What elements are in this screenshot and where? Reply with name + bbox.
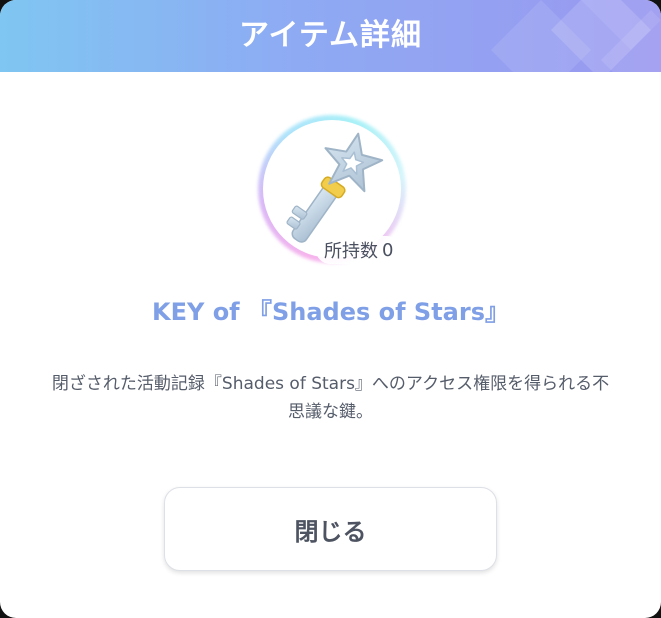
owned-count-value: 0 — [382, 239, 394, 261]
dialog-header: アイテム詳細 — [0, 0, 661, 72]
dialog-title: アイテム詳細 — [239, 18, 422, 53]
close-button[interactable]: 閉じる — [164, 487, 497, 571]
item-name: KEY of 『Shades of Stars』 — [151, 298, 510, 326]
item-description-line: 閉ざされた活動記録『Shades of Stars』へのアクセス権限を得られる不 — [51, 374, 610, 394]
owned-count-label: 所持数 — [324, 241, 378, 262]
item-description: 閉ざされた活動記録『Shades of Stars』へのアクセス権限を得られる不… — [0, 370, 661, 426]
owned-count-badge: 所持数 0 — [316, 236, 402, 264]
close-button-label: 閉じる — [294, 517, 367, 546]
item-description-line: 思議な鍵。 — [288, 402, 373, 422]
item-detail-dialog: アイテム詳細 所持数 0 KEY of 『Shades of Stars』 閉ざ… — [0, 0, 661, 618]
